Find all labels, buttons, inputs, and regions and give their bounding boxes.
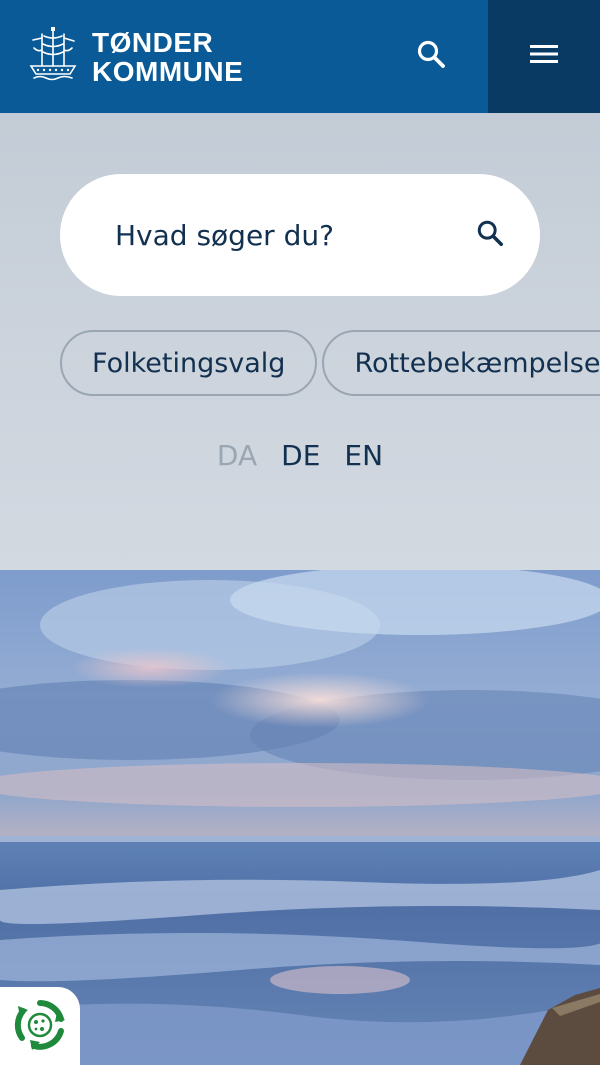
ship-logo-icon (28, 26, 92, 87)
search-input[interactable] (113, 217, 470, 253)
brand-line-1: TØNDER (92, 26, 214, 58)
hero-landscape-image (0, 570, 600, 1065)
language-switcher: DA DE EN (0, 439, 600, 472)
quick-links: Folketingsvalg Rottebekæmpelse (60, 330, 600, 396)
quick-link-rottebekaempelse[interactable]: Rottebekæmpelse (322, 330, 600, 396)
menu-button[interactable] (488, 0, 600, 113)
search-icon (416, 39, 446, 74)
search-icon (476, 219, 504, 252)
site-header: TØNDER KOMMUNE (0, 0, 600, 113)
hamburger-menu-icon (530, 43, 558, 70)
language-en[interactable]: EN (344, 439, 383, 472)
page: TØNDER KOMMUNE Hvad søger du? Folketings… (0, 0, 600, 1065)
cookie-consent-button[interactable] (0, 987, 80, 1065)
search-box (60, 174, 540, 296)
language-de[interactable]: DE (281, 439, 320, 472)
home-logo-link[interactable]: TØNDER KOMMUNE (28, 26, 243, 87)
brand-name: TØNDER KOMMUNE (92, 28, 243, 86)
cookie-consent-icon (13, 998, 67, 1057)
quick-link-folketingsvalg[interactable]: Folketingsvalg (60, 330, 318, 396)
header-search-button[interactable] (398, 23, 464, 89)
hero-search-section: Folketingsvalg Rottebekæmpelse DA DE EN (0, 113, 600, 570)
language-da[interactable]: DA (217, 439, 257, 472)
search-submit-button[interactable] (470, 215, 510, 255)
brand-line-2: KOMMUNE (92, 55, 244, 87)
